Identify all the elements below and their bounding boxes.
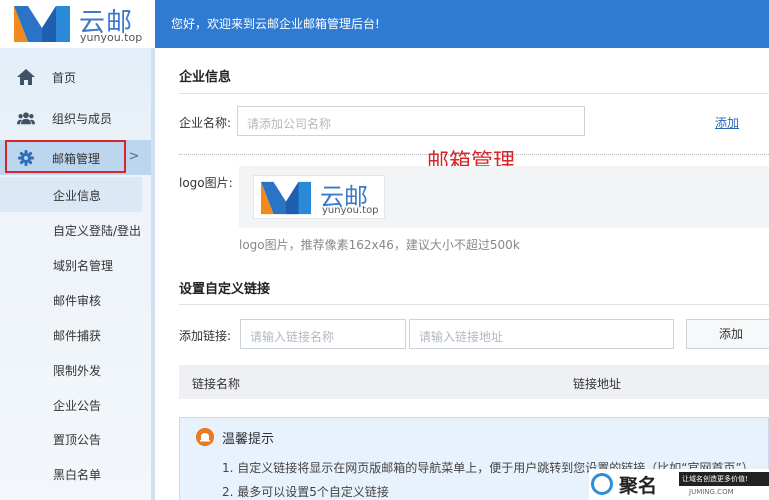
subnav-label: 邮件捕获 xyxy=(53,329,102,343)
subnav-mail-audit[interactable]: 邮件审核 xyxy=(0,282,151,317)
column-header-link-url: 链接地址 xyxy=(573,377,622,391)
section-divider xyxy=(179,304,769,305)
brand-logo-icon xyxy=(261,181,311,215)
company-name-input[interactable]: 请添加公司名称 xyxy=(237,106,585,136)
subnav-company-announcement[interactable]: 企业公告 xyxy=(0,387,151,422)
subnav-label: 企业公告 xyxy=(53,399,102,413)
sidebar-item-org-members[interactable]: 组织与成员 xyxy=(0,99,151,137)
subnav-restrict-outgoing[interactable]: 限制外发 xyxy=(0,352,151,387)
add-link-button[interactable]: 添加 xyxy=(686,319,769,349)
home-icon xyxy=(17,69,35,85)
subnav-label: 限制外发 xyxy=(53,364,102,378)
subnav-domain-alias[interactable]: 域别名管理 xyxy=(0,247,151,282)
brand-logo[interactable]: 云邮 yunyou.top xyxy=(0,0,155,48)
company-name-label: 企业名称: xyxy=(179,116,232,130)
link-name-input[interactable]: 请输入链接名称 xyxy=(240,319,406,349)
subnav-pinned-announcement[interactable]: 置顶公告 xyxy=(0,421,151,456)
subnav-label: 黑白名单 xyxy=(53,468,102,482)
subnav-company-info[interactable]: 企业信息 xyxy=(0,177,142,212)
subnav-mail-capture[interactable]: 邮件捕获 xyxy=(0,317,151,352)
brand-logo-icon xyxy=(14,6,70,42)
welcome-message: 您好，欢迎来到云邮企业邮箱管理后台! xyxy=(171,17,380,31)
sidebar-divider xyxy=(151,48,155,500)
subnav-label: 自定义登陆/登出 xyxy=(53,224,142,238)
subnav-label: 邮件审核 xyxy=(53,294,102,308)
corner-brand-url: JUMING.COM xyxy=(689,488,734,496)
top-bar: 您好，欢迎来到云邮企业邮箱管理后台! xyxy=(155,0,769,48)
links-section-title: 设置自定义链接 xyxy=(179,282,271,297)
company-section-title: 企业信息 xyxy=(179,70,232,85)
input-placeholder: 请输入链接地址 xyxy=(419,330,504,344)
brand-domain: yunyou.top xyxy=(80,31,143,44)
input-placeholder: 请输入链接名称 xyxy=(250,330,335,344)
sidebar-item-label: 首页 xyxy=(52,71,77,85)
add-company-name-link[interactable]: 添加 xyxy=(715,114,739,131)
add-link-label: 添加链接: xyxy=(179,329,232,343)
links-table-header: 链接名称 链接地址 xyxy=(179,365,769,399)
logo-preview-domain: yunyou.top xyxy=(322,205,379,216)
corner-brand-tagline: 让域名创造更多价值! xyxy=(679,472,769,486)
tip-item: 2. 最多可以设置5个自定义链接 xyxy=(222,485,389,499)
logo-hint: logo图片，推荐像素162x46，建议大小不超过500k xyxy=(239,238,520,252)
chevron-right-icon[interactable]: > xyxy=(126,140,142,173)
section-divider xyxy=(179,93,769,94)
subnav-label: 域别名管理 xyxy=(53,259,114,273)
column-header-link-name: 链接名称 xyxy=(192,377,241,391)
logo-label: logo图片: xyxy=(179,176,233,190)
sidebar-item-label: 组织与成员 xyxy=(52,112,113,126)
bell-icon xyxy=(196,428,214,446)
tips-title: 温馨提示 xyxy=(222,432,275,447)
link-url-input[interactable]: 请输入链接地址 xyxy=(409,319,674,349)
sidebar-item-home[interactable]: 首页 xyxy=(0,58,151,96)
input-placeholder: 请添加公司名称 xyxy=(247,117,332,131)
subnav-label: 企业信息 xyxy=(53,189,102,203)
corner-brand-watermark: 聚名 让域名创造更多价值! JUMING.COM xyxy=(589,469,769,500)
brand-circle-icon xyxy=(591,473,613,495)
subnav-black-white-list[interactable]: 黑白名单 xyxy=(0,456,151,491)
subnav-custom-login-logout[interactable]: 自定义登陆/登出 xyxy=(0,212,151,247)
subnav-label: 置顶公告 xyxy=(53,433,102,447)
corner-brand-name: 聚名 xyxy=(619,475,658,497)
highlight-box xyxy=(5,140,126,173)
logo-preview: 云邮 yunyou.top xyxy=(253,175,385,219)
users-icon xyxy=(17,112,35,125)
